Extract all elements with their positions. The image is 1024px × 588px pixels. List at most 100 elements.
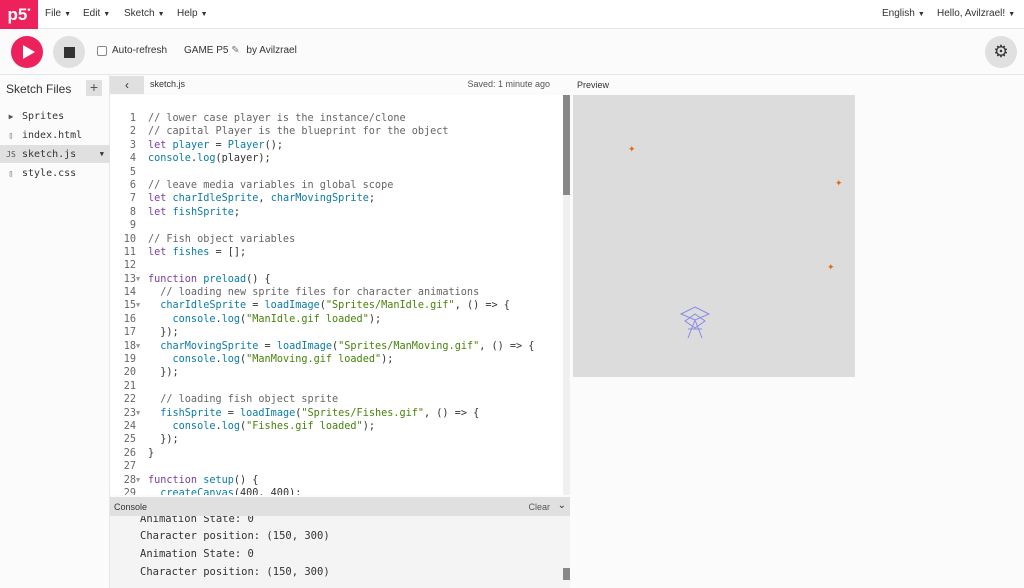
code-line[interactable]: 10 // Fish object variables — [110, 234, 562, 247]
file-name: style.css — [22, 167, 77, 179]
file-item-sketch-js[interactable]: JS sketch.js ▼ — [0, 145, 110, 163]
code-editor[interactable]: 1 // lower case player is the instance/cl… — [110, 95, 570, 495]
menu-sketch[interactable]: Sketch ▼ — [124, 8, 165, 19]
code-line[interactable]: 5 — [110, 167, 562, 180]
toolbar: Auto-refresh GAME P5 ✎ by Avilzrael ⚙ — [0, 29, 1024, 75]
code-text: console.log("ManIdle.gif loaded"); — [148, 313, 382, 325]
code-line[interactable]: 13 ▼ function preload() { — [110, 274, 562, 287]
code-line[interactable]: 9 — [110, 220, 562, 233]
p5-logo[interactable]: p5 * — [0, 0, 38, 29]
sketch-author: by Avilzrael — [246, 45, 297, 56]
code-token: () { — [233, 474, 259, 486]
file-item-sprites[interactable]: ▶ Sprites — [0, 107, 110, 125]
code-text: let fishSprite; — [148, 207, 240, 218]
collapse-sidebar-button[interactable]: ‹ — [110, 76, 144, 94]
code-token: createCanvas — [148, 487, 234, 495]
code-token: function — [148, 273, 204, 285]
code-token: console — [148, 313, 216, 325]
console-clear-button[interactable]: Clear — [528, 502, 550, 512]
code-text: }); — [148, 434, 178, 445]
code-line[interactable]: 19 console.log("ManMoving.gif loaded"); — [110, 354, 562, 367]
line-number: 15 — [123, 300, 136, 312]
code-token: = — [221, 407, 241, 419]
fold-arrow-icon[interactable]: ▼ — [136, 342, 140, 350]
code-line[interactable]: 3 let player = Player(); — [110, 140, 562, 153]
code-line[interactable]: 28 ▼ function setup() { — [110, 475, 562, 488]
preview-canvas[interactable]: ✦ ✦ ✦ — [573, 95, 855, 377]
code-line[interactable]: 25 }); — [110, 434, 562, 447]
settings-button[interactable]: ⚙ — [985, 36, 1017, 68]
code-token: ); — [368, 313, 382, 325]
code-token: () { — [246, 273, 271, 285]
code-line[interactable]: 1 // lower case player is the instance/cl… — [110, 113, 562, 126]
code-line[interactable]: 26} — [110, 448, 562, 461]
code-line[interactable]: 23 ▼ fishSprite = loadImage("Sprites/Fish… — [110, 408, 562, 421]
fold-arrow-icon[interactable]: ▼ — [136, 476, 140, 484]
user-greeting: Hello, Avilzrael! — [937, 8, 1006, 19]
scrollbar-thumb[interactable] — [563, 95, 570, 195]
code-token: log — [197, 153, 216, 165]
code-line[interactable]: 15 ▼ charIdleSprite = loadImage("Sprites/… — [110, 300, 562, 313]
chevron-down-icon[interactable]: ⌄ — [558, 500, 566, 511]
menu-help[interactable]: Help ▼ — [177, 8, 208, 19]
line-number: 12 — [123, 260, 136, 272]
code-line[interactable]: 4 console.log(player); — [110, 153, 562, 166]
code-token: "Fishes.gif loaded" — [246, 420, 363, 432]
chevron-down-icon[interactable]: ▼ — [100, 150, 104, 158]
play-button[interactable] — [11, 36, 43, 68]
pencil-icon[interactable]: ✎ — [231, 45, 239, 56]
code-line[interactable]: 29 createCanvas(400, 400); — [110, 488, 562, 495]
menu-file[interactable]: File ▼ — [45, 8, 71, 19]
console-line: Character position: (150, 300) — [140, 530, 330, 542]
auto-refresh-toggle[interactable]: Auto-refresh — [97, 45, 167, 56]
code-line[interactable]: 20 }); — [110, 367, 562, 380]
code-line[interactable]: 27 — [110, 461, 562, 474]
language-selector[interactable]: English ▼ — [882, 8, 925, 19]
code-token: }); — [148, 367, 179, 379]
code-line[interactable]: 2 // capital Player is the blueprint for … — [110, 126, 562, 139]
fish-sprite: ✦ — [835, 178, 843, 188]
code-token: = — [246, 300, 265, 312]
menu-edit[interactable]: Edit ▼ — [83, 8, 110, 19]
file-item-style-css[interactable]: ▯ style.css — [0, 164, 110, 182]
auto-refresh-checkbox[interactable] — [97, 45, 107, 56]
code-line[interactable]: 6 // leave media variables in global scop… — [110, 180, 562, 193]
code-token: let — [148, 139, 173, 151]
code-line[interactable]: 21 — [110, 381, 562, 394]
fold-arrow-icon[interactable]: ▼ — [136, 275, 140, 283]
code-token: function — [148, 474, 204, 486]
file-item-index-html[interactable]: ▯ index.html — [0, 126, 110, 144]
stop-icon — [63, 46, 75, 58]
code-line[interactable]: 17 }); — [110, 327, 562, 340]
fold-arrow-icon[interactable]: ▼ — [136, 409, 140, 417]
code-line[interactable]: 14 // loading new sprite files for chara… — [110, 287, 562, 300]
code-token: , () => { — [424, 407, 480, 419]
code-text: } — [148, 448, 154, 459]
code-line[interactable]: 11 let fishes = []; — [110, 247, 562, 260]
code-line[interactable]: 18 ▼ charMovingSprite = loadImage("Sprite… — [110, 341, 562, 354]
stop-button[interactable] — [53, 36, 85, 68]
code-line[interactable]: 8 let fishSprite; — [110, 207, 562, 220]
console-line: Character position: (150, 300) — [140, 566, 330, 578]
code-text: }); — [148, 327, 178, 338]
code-token: charIdleSprite — [172, 193, 259, 205]
line-number: 21 — [123, 380, 136, 392]
code-line[interactable]: 22 // loading fish object sprite — [110, 394, 562, 407]
code-line[interactable]: 12 — [110, 260, 562, 273]
editor-scrollbar[interactable] — [563, 95, 570, 495]
code-token: // lower case player is the instance/clo… — [148, 113, 406, 124]
file-name: index.html — [22, 129, 83, 141]
console-scrollbar[interactable] — [563, 568, 570, 580]
code-line[interactable]: 7 let charIdleSprite, charMovingSprite; — [110, 193, 562, 206]
code-line[interactable]: 16 console.log("ManIdle.gif loaded"); — [110, 314, 562, 327]
sketch-name-text: GAME P5 — [184, 45, 229, 56]
sketch-title[interactable]: GAME P5 ✎ by Avilzrael — [184, 45, 297, 56]
user-menu[interactable]: Hello, Avilzrael! ▼ — [937, 8, 1015, 19]
add-file-button[interactable]: + — [86, 80, 102, 96]
code-token: fishSprite — [172, 206, 234, 218]
code-token: let — [148, 246, 173, 258]
line-number: 11 — [123, 246, 136, 258]
code-line[interactable]: 24 console.log("Fishes.gif loaded"); — [110, 421, 562, 434]
fold-arrow-icon[interactable]: ▼ — [136, 301, 140, 309]
menu-help-label: Help — [177, 8, 198, 19]
